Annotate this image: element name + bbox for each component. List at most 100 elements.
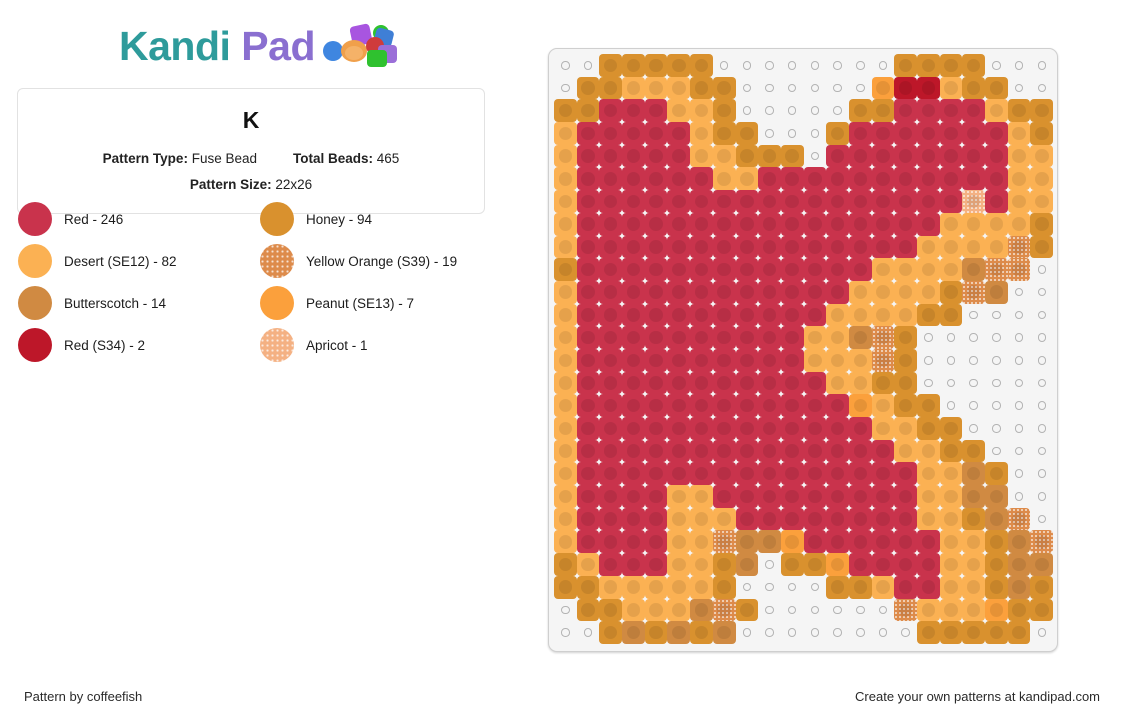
bead-cell[interactable] [690,417,713,440]
bead-cell[interactable] [826,530,849,554]
bead-cell[interactable] [667,258,691,281]
bead-cell[interactable] [962,167,986,191]
bead-cell[interactable] [939,598,963,622]
bead-cell[interactable] [554,507,577,531]
bead-cell[interactable] [599,190,623,213]
bead-cell[interactable] [554,303,577,327]
bead-cell[interactable] [826,575,849,599]
bead-cell[interactable] [690,54,713,77]
bead-cell[interactable] [667,507,691,531]
bead-cell[interactable] [554,348,577,372]
bead-cell[interactable] [758,348,781,372]
empty-peg-cell[interactable] [1030,372,1053,395]
bead-cell[interactable] [599,235,623,259]
bead-cell[interactable] [848,530,872,554]
bead-cell[interactable] [690,621,713,644]
bead-cell[interactable] [894,439,917,463]
empty-peg-cell[interactable] [940,372,963,395]
empty-peg-cell[interactable] [940,326,963,349]
bead-cell[interactable] [712,394,736,417]
bead-cell[interactable] [599,621,623,644]
empty-peg-cell[interactable] [1008,417,1031,440]
empty-peg-cell[interactable] [804,576,827,599]
empty-peg-cell[interactable] [577,54,600,77]
bead-cell[interactable] [735,598,759,622]
bead-cell[interactable] [803,167,827,191]
bead-cell[interactable] [894,144,917,168]
bead-cell[interactable] [667,280,691,304]
bead-cell[interactable] [622,530,645,554]
bead-cell[interactable] [780,348,804,372]
bead-cell[interactable] [667,575,691,599]
empty-peg-cell[interactable] [985,349,1008,372]
empty-peg-cell[interactable] [1030,281,1053,304]
empty-peg-cell[interactable] [781,54,804,77]
bead-cell[interactable] [690,258,713,281]
bead-cell[interactable] [690,280,713,304]
bead-cell[interactable] [622,417,645,440]
bead-cell[interactable] [712,258,736,281]
bead-cell[interactable] [712,167,736,191]
bead-cell[interactable] [962,621,986,644]
bead-cell[interactable] [939,76,963,100]
bead-cell[interactable] [894,76,917,100]
empty-peg-cell[interactable] [1030,462,1053,485]
empty-peg-cell[interactable] [758,122,781,145]
bead-cell[interactable] [758,485,781,508]
bead-cell[interactable] [894,530,917,554]
bead-cell[interactable] [1030,99,1054,123]
empty-peg-cell[interactable] [962,372,985,395]
bead-cell[interactable] [871,280,895,304]
bead-cell[interactable] [1007,553,1031,576]
empty-peg-cell[interactable] [849,621,872,644]
bead-cell[interactable] [1007,99,1031,123]
bead-cell[interactable] [712,507,736,531]
bead-cell[interactable] [644,54,668,77]
bead-cell[interactable] [667,326,691,349]
empty-peg-cell[interactable] [713,54,736,77]
empty-peg-cell[interactable] [1008,54,1031,77]
bead-cell[interactable] [826,417,849,440]
bead-cell[interactable] [985,598,1008,622]
empty-peg-cell[interactable] [758,77,781,100]
bead-cell[interactable] [826,348,849,372]
bead-cell[interactable] [644,598,668,622]
bead-cell[interactable] [871,485,895,508]
bead-cell[interactable] [554,417,577,440]
bead-cell[interactable] [826,553,849,576]
bead-cell[interactable] [1007,190,1031,213]
bead-cell[interactable] [667,303,691,327]
bead-cell[interactable] [599,530,623,554]
bead-cell[interactable] [780,167,804,191]
bead-cell[interactable] [939,530,963,554]
bead-cell[interactable] [622,280,645,304]
bead-cell[interactable] [667,167,691,191]
site-logo[interactable]: Kandi Pad [0,18,520,74]
bead-cell[interactable] [599,575,623,599]
bead-cell[interactable] [939,462,963,486]
bead-cell[interactable] [917,439,940,463]
empty-peg-cell[interactable] [781,122,804,145]
bead-cell[interactable] [622,553,645,576]
bead-cell[interactable] [848,462,872,486]
empty-peg-cell[interactable] [1008,281,1031,304]
empty-peg-cell[interactable] [781,576,804,599]
bead-cell[interactable] [758,235,781,259]
bead-cell[interactable] [871,190,895,213]
bead-cell[interactable] [871,122,895,145]
empty-peg-cell[interactable] [1030,621,1053,644]
bead-cell[interactable] [939,258,963,281]
bead-cell[interactable] [848,326,872,349]
bead-cell[interactable] [985,575,1008,599]
bead-cell[interactable] [554,235,577,259]
empty-peg-cell[interactable] [1030,304,1053,327]
bead-cell[interactable] [871,530,895,554]
bead-cell[interactable] [917,76,940,100]
bead-cell[interactable] [780,439,804,463]
bead-cell[interactable] [622,235,645,259]
bead-cell[interactable] [667,530,691,554]
empty-peg-cell[interactable] [985,54,1008,77]
bead-cell[interactable] [894,280,917,304]
bead-cell[interactable] [939,439,963,463]
bead-cell[interactable] [985,190,1008,213]
